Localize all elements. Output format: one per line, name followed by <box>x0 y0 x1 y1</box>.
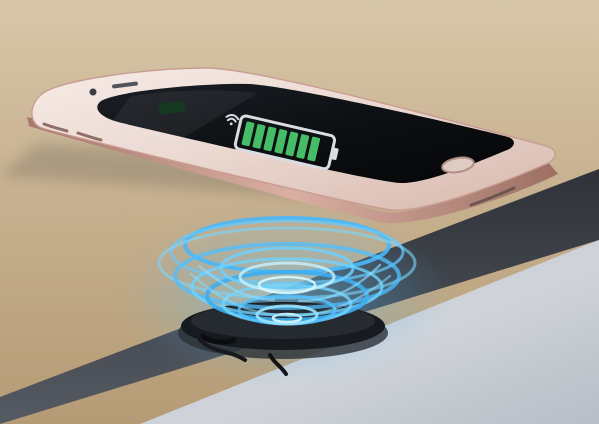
scene-photo <box>0 0 599 424</box>
illustration <box>0 0 599 424</box>
camera-icon <box>89 88 97 96</box>
